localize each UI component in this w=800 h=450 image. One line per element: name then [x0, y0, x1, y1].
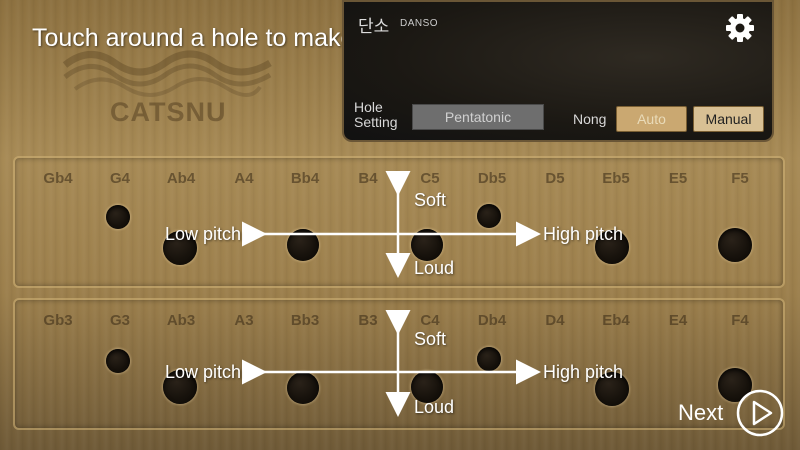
high-pitch-label-upper: High pitch: [543, 224, 624, 244]
loud-label-lower: Loud: [414, 397, 455, 417]
play-circle-icon[interactable]: [735, 388, 785, 438]
soft-label-lower: Soft: [414, 329, 447, 349]
loud-label-upper: Loud: [414, 258, 455, 278]
pitch-volume-arrows: [242, 171, 541, 417]
low-pitch-label-upper: Low pitch: [165, 224, 242, 244]
high-pitch-label-lower: High pitch: [543, 362, 624, 382]
soft-label-upper: Soft: [414, 190, 447, 210]
low-pitch-label-lower: Low pitch: [165, 362, 242, 382]
next-label[interactable]: Next: [678, 400, 723, 426]
